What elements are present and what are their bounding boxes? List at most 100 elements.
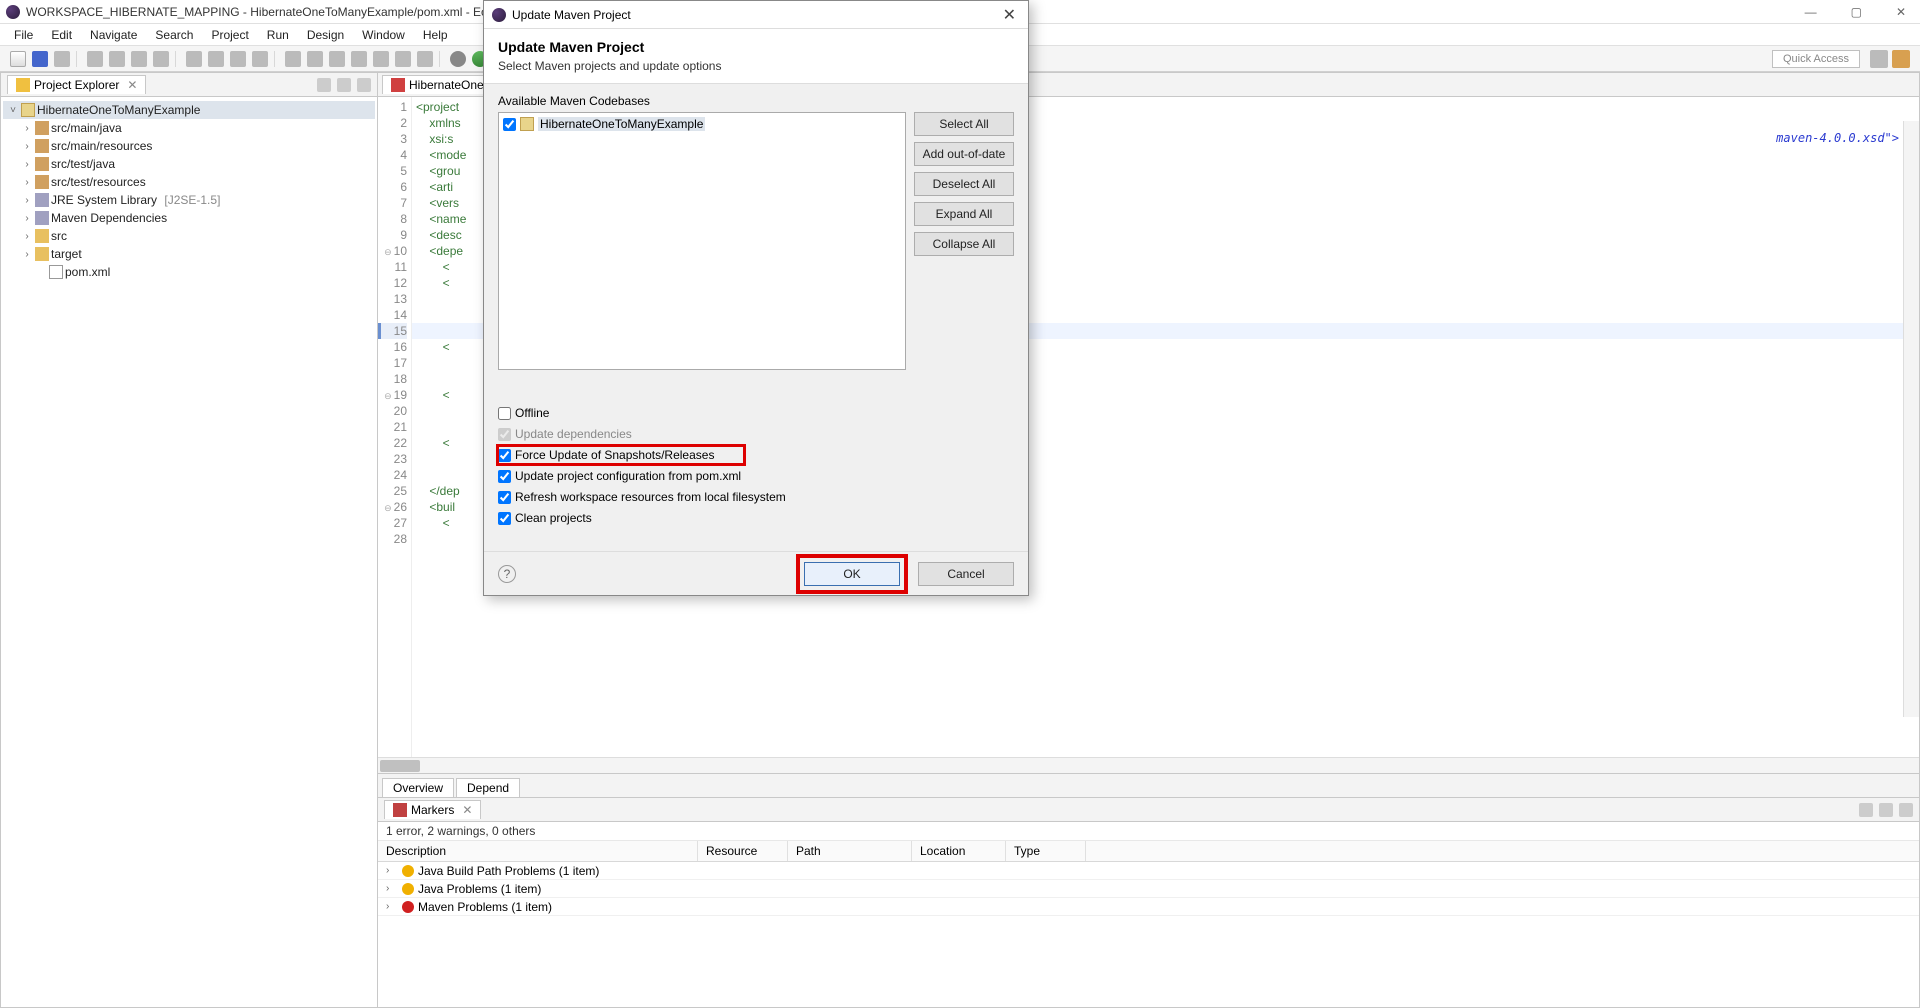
col-description[interactable]: Description bbox=[378, 841, 698, 861]
refresh-ws-checkbox-row[interactable]: Refresh workspace resources from local f… bbox=[498, 488, 1014, 506]
menu-window[interactable]: Window bbox=[354, 26, 413, 44]
close-icon[interactable]: ✕ bbox=[127, 78, 137, 92]
offline-checkbox-row[interactable]: Offline bbox=[498, 404, 1014, 422]
col-type[interactable]: Type bbox=[1006, 841, 1086, 861]
view-menu-icon[interactable] bbox=[1899, 803, 1913, 817]
col-location[interactable]: Location bbox=[912, 841, 1006, 861]
tab-overview[interactable]: Overview bbox=[382, 778, 454, 797]
dialog-titlebar[interactable]: Update Maven Project ✕ bbox=[484, 1, 1028, 29]
toolbar-icon[interactable] bbox=[109, 51, 125, 67]
toolbar-icon[interactable] bbox=[131, 51, 147, 67]
editor-horizontal-scrollbar[interactable] bbox=[378, 757, 1919, 773]
codebase-item[interactable]: HibernateOneToManyExample bbox=[503, 117, 901, 131]
toolbar-icon[interactable] bbox=[230, 51, 246, 67]
project-explorer-tab[interactable]: Project Explorer ✕ bbox=[7, 75, 146, 94]
dialog-close-button[interactable]: ✕ bbox=[999, 5, 1020, 25]
clean-projects-checkbox-row[interactable]: Clean projects bbox=[498, 509, 1014, 527]
update-config-checkbox-row[interactable]: Update project configuration from pom.xm… bbox=[498, 467, 1014, 485]
tree-source-folder[interactable]: ›src/main/java bbox=[3, 119, 375, 137]
update-config-checkbox[interactable] bbox=[498, 470, 511, 483]
force-update-checkbox-row[interactable]: Force Update of Snapshots/Releases bbox=[498, 446, 744, 464]
menu-file[interactable]: File bbox=[6, 26, 41, 44]
window-minimize-button[interactable]: — bbox=[1797, 5, 1825, 19]
markers-icon bbox=[393, 803, 407, 817]
markers-group-row[interactable]: ›Java Build Path Problems (1 item) bbox=[378, 862, 1919, 880]
save-all-icon[interactable] bbox=[54, 51, 70, 67]
help-icon[interactable]: ? bbox=[498, 565, 516, 583]
toolbar-icon[interactable] bbox=[307, 51, 323, 67]
view-menu-icon[interactable] bbox=[1879, 803, 1893, 817]
ok-button[interactable]: OK bbox=[804, 562, 900, 586]
menu-search[interactable]: Search bbox=[147, 26, 201, 44]
update-maven-project-dialog: Update Maven Project ✕ Update Maven Proj… bbox=[483, 0, 1029, 596]
tree-jre-library[interactable]: ›JRE System Library [J2SE-1.5] bbox=[3, 191, 375, 209]
tree-qualifier: [J2SE-1.5] bbox=[164, 193, 220, 207]
markers-tab[interactable]: Markers ✕ bbox=[384, 800, 481, 819]
menu-design[interactable]: Design bbox=[299, 26, 352, 44]
collapse-all-button[interactable]: Collapse All bbox=[914, 232, 1014, 256]
markers-table[interactable]: Description Resource Path Location Type … bbox=[378, 841, 1919, 1007]
tree-folder[interactable]: ›src bbox=[3, 227, 375, 245]
tree-folder[interactable]: ›target bbox=[3, 245, 375, 263]
col-path[interactable]: Path bbox=[788, 841, 912, 861]
window-close-button[interactable]: ✕ bbox=[1888, 5, 1914, 19]
toolbar-icon[interactable] bbox=[417, 51, 433, 67]
collapse-all-icon[interactable] bbox=[317, 78, 331, 92]
deselect-all-button[interactable]: Deselect All bbox=[914, 172, 1014, 196]
menu-edit[interactable]: Edit bbox=[43, 26, 80, 44]
tree-label: src/test/resources bbox=[51, 175, 146, 189]
toolbar-icon[interactable] bbox=[373, 51, 389, 67]
offline-checkbox[interactable] bbox=[498, 407, 511, 420]
markers-group-row[interactable]: ›Java Problems (1 item) bbox=[378, 880, 1919, 898]
codebase-checkbox[interactable] bbox=[503, 118, 516, 131]
window-maximize-button[interactable]: ▢ bbox=[1843, 5, 1870, 19]
tree-source-folder[interactable]: ›src/main/resources bbox=[3, 137, 375, 155]
tab-dependencies[interactable]: Depend bbox=[456, 778, 520, 797]
toolbar-icon[interactable] bbox=[285, 51, 301, 67]
close-icon[interactable]: ✕ bbox=[462, 803, 472, 817]
dialog-heading: Update Maven Project bbox=[498, 39, 1014, 55]
toolbar-icon[interactable] bbox=[329, 51, 345, 67]
tree-file-pom[interactable]: pom.xml bbox=[3, 263, 375, 281]
toolbar-icon[interactable] bbox=[395, 51, 411, 67]
dialog-title: Update Maven Project bbox=[512, 8, 631, 22]
clean-projects-checkbox[interactable] bbox=[498, 512, 511, 525]
java-perspective-icon[interactable] bbox=[1892, 50, 1910, 68]
markers-row-label: Maven Problems (1 item) bbox=[418, 900, 552, 914]
toolbar-icon[interactable] bbox=[153, 51, 169, 67]
toolbar-icon[interactable] bbox=[186, 51, 202, 67]
expand-all-button[interactable]: Expand All bbox=[914, 202, 1014, 226]
markers-group-row[interactable]: ›Maven Problems (1 item) bbox=[378, 898, 1919, 916]
force-update-checkbox[interactable] bbox=[498, 449, 511, 462]
save-icon[interactable] bbox=[32, 51, 48, 67]
view-menu-icon[interactable] bbox=[1859, 803, 1873, 817]
cancel-button[interactable]: Cancel bbox=[918, 562, 1014, 586]
view-menu-icon[interactable] bbox=[357, 78, 371, 92]
menu-project[interactable]: Project bbox=[203, 26, 256, 44]
checkbox-label: Clean projects bbox=[515, 511, 592, 525]
codebase-tree[interactable]: HibernateOneToManyExample bbox=[498, 112, 906, 370]
menu-run[interactable]: Run bbox=[259, 26, 297, 44]
menu-navigate[interactable]: Navigate bbox=[82, 26, 145, 44]
tree-maven-deps[interactable]: ›Maven Dependencies bbox=[3, 209, 375, 227]
debug-icon[interactable] bbox=[450, 51, 466, 67]
tree-label: Maven Dependencies bbox=[51, 211, 167, 225]
tree-source-folder[interactable]: ›src/test/resources bbox=[3, 173, 375, 191]
menu-help[interactable]: Help bbox=[415, 26, 456, 44]
project-tree[interactable]: ˅ HibernateOneToManyExample ›src/main/ja… bbox=[1, 97, 377, 285]
open-perspective-icon[interactable] bbox=[1870, 50, 1888, 68]
quick-access-input[interactable]: Quick Access bbox=[1772, 50, 1860, 68]
toolbar-icon[interactable] bbox=[252, 51, 268, 67]
col-resource[interactable]: Resource bbox=[698, 841, 788, 861]
refresh-ws-checkbox[interactable] bbox=[498, 491, 511, 504]
tree-source-folder[interactable]: ›src/test/java bbox=[3, 155, 375, 173]
toolbar-icon[interactable] bbox=[87, 51, 103, 67]
add-out-of-date-button[interactable]: Add out-of-date bbox=[914, 142, 1014, 166]
select-all-button[interactable]: Select All bbox=[914, 112, 1014, 136]
toolbar-icon[interactable] bbox=[351, 51, 367, 67]
link-editor-icon[interactable] bbox=[337, 78, 351, 92]
editor-vertical-scrollbar[interactable] bbox=[1903, 121, 1919, 717]
tree-project-root[interactable]: ˅ HibernateOneToManyExample bbox=[3, 101, 375, 119]
toolbar-icon[interactable] bbox=[208, 51, 224, 67]
new-icon[interactable] bbox=[10, 51, 26, 67]
